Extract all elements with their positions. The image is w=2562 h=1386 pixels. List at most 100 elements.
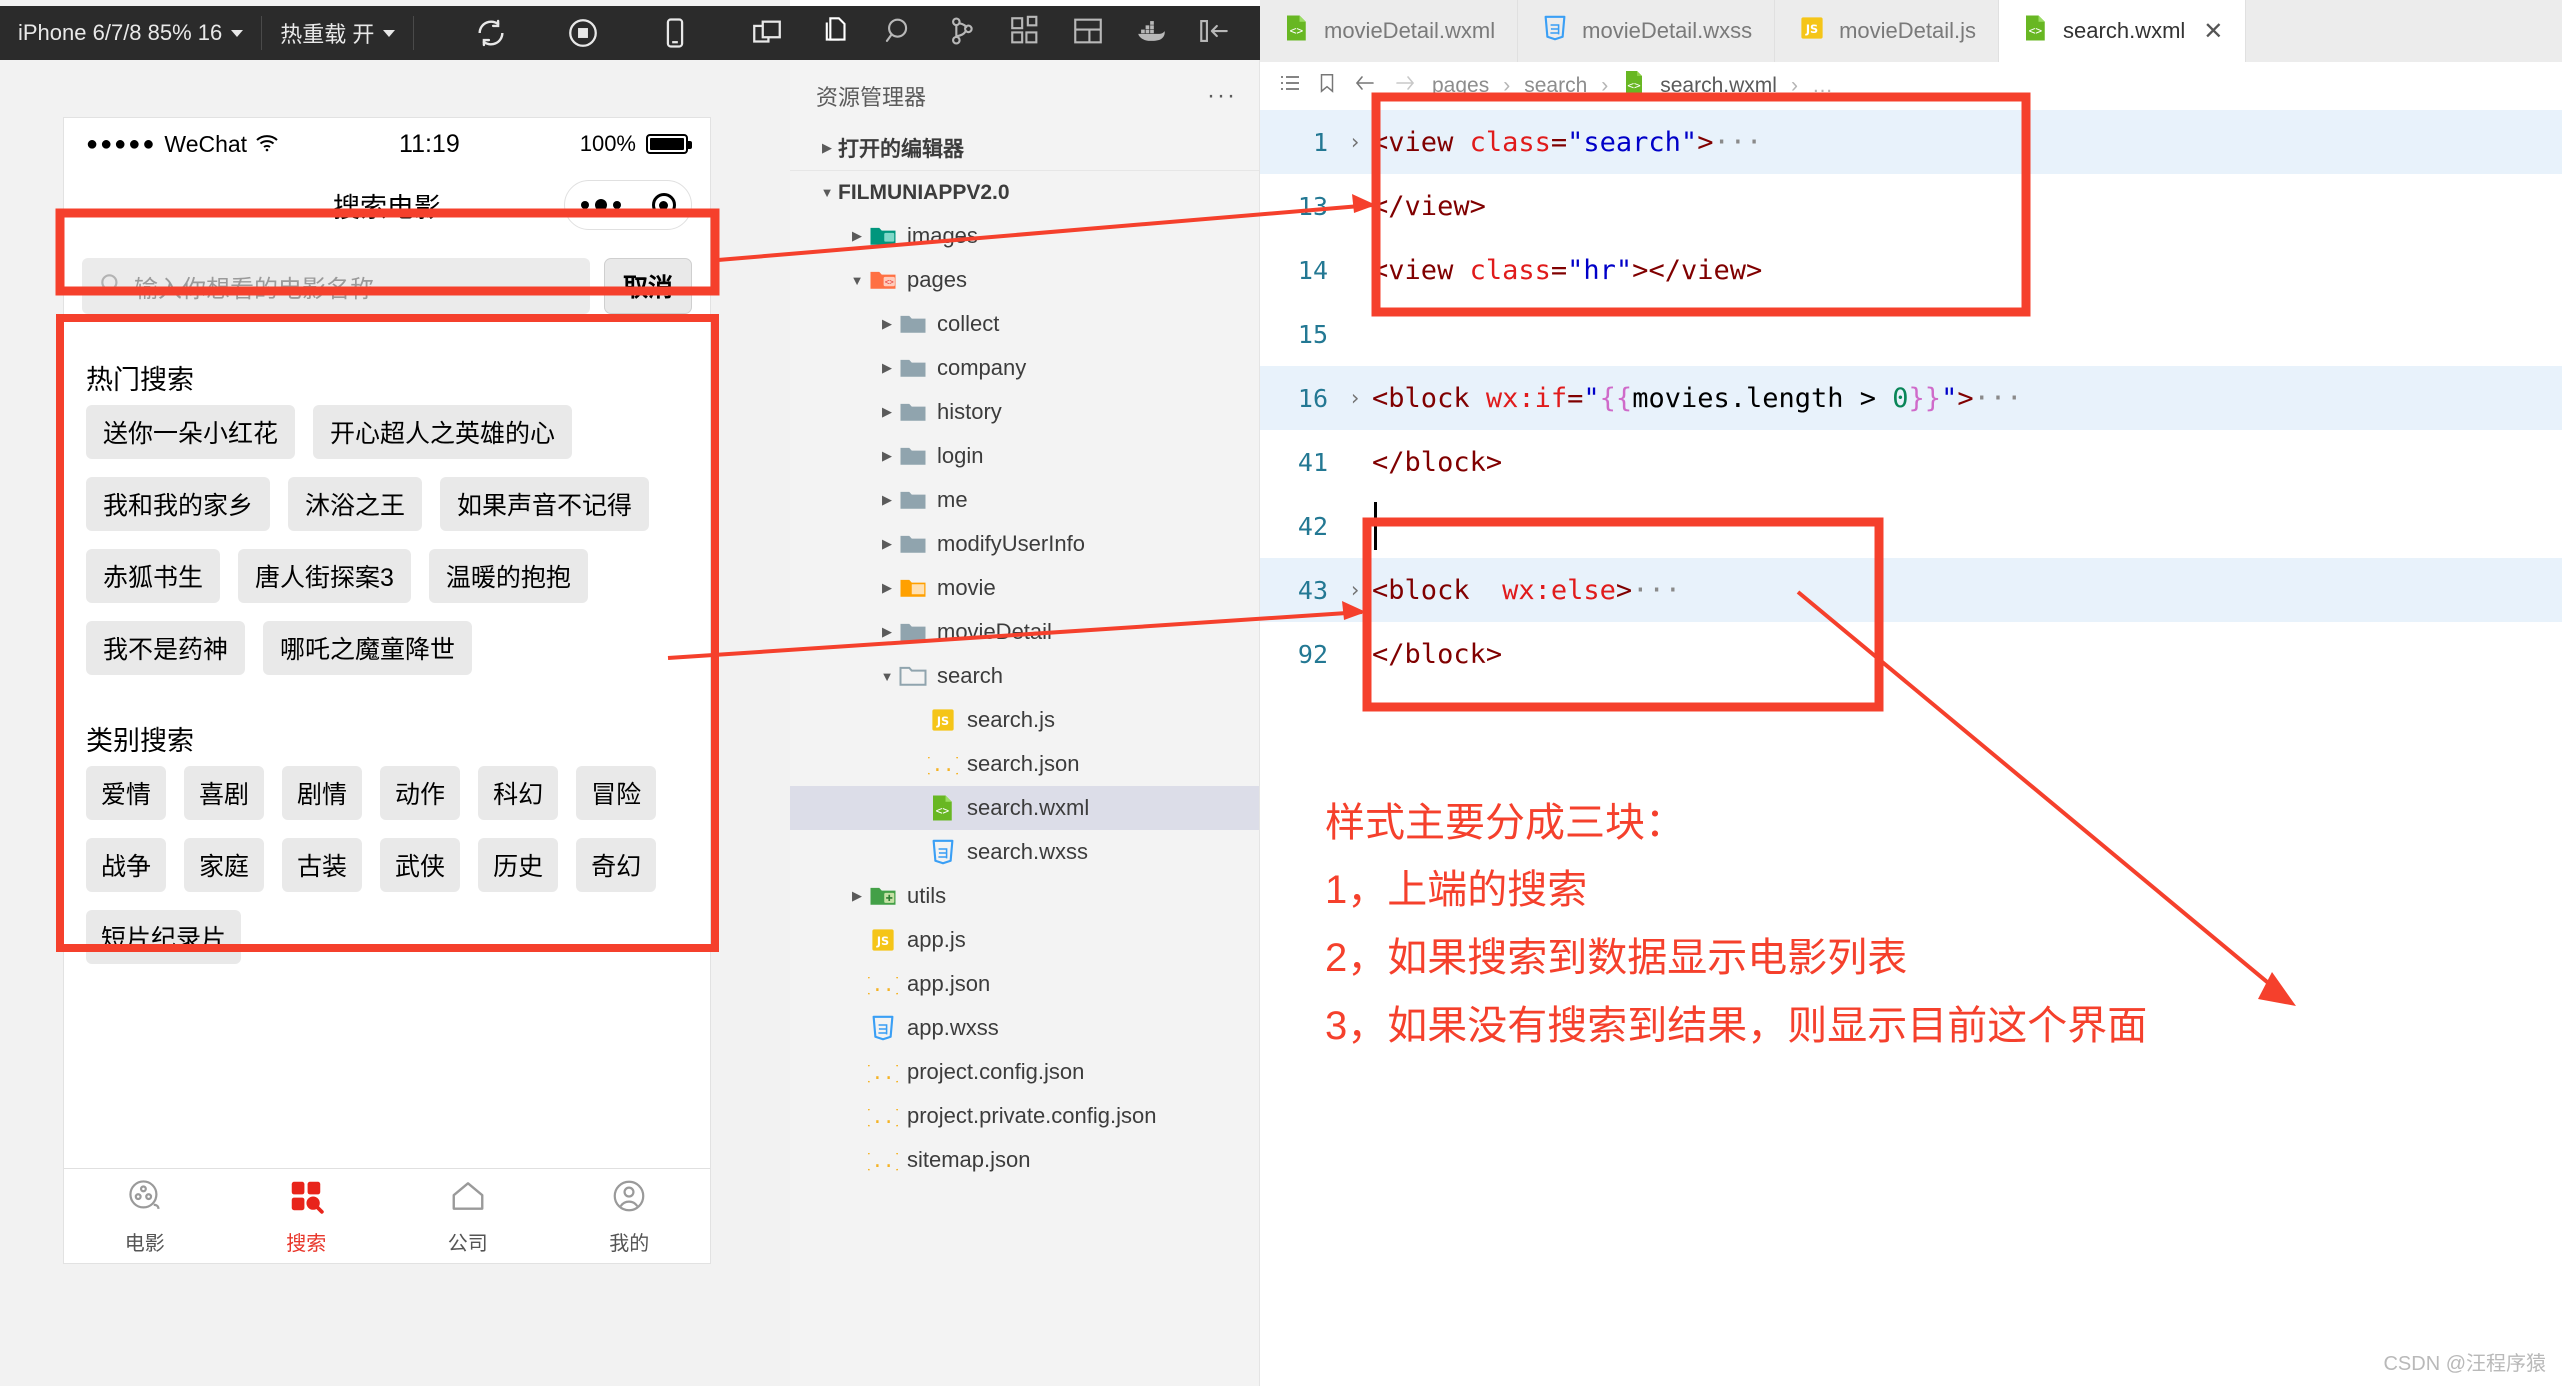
tag-item[interactable]: 冒险 (576, 766, 657, 820)
code-line[interactable]: 43 › <block wx:else>··· (1260, 558, 2562, 622)
breadcrumb-item-0[interactable]: pages (1432, 74, 1489, 98)
tag-item[interactable]: 科幻 (478, 766, 559, 820)
tree-folder-row[interactable]: ▶ utils (790, 874, 1259, 918)
files-icon[interactable] (819, 14, 853, 53)
phone-icon[interactable] (658, 16, 692, 50)
search-input[interactable]: 输入你想看的电影名称 (82, 258, 590, 314)
tabbar-item-company[interactable]: 公司 (387, 1169, 549, 1263)
stop-record-icon[interactable] (566, 16, 600, 50)
multi-window-icon[interactable] (750, 16, 784, 50)
cancel-button[interactable]: 取消 (604, 258, 692, 314)
editor-tab[interactable]: JS movieDetail.js (1775, 0, 2000, 62)
chevron-right-icon: ▶ (852, 888, 862, 903)
arrow-right-icon[interactable] (1392, 71, 1418, 101)
tree-file-row[interactable]: ヨ search.wxss (790, 830, 1259, 874)
tree-file-row[interactable]: {..} search.json (790, 742, 1259, 786)
tag-item[interactable]: 唐人街探案3 (238, 549, 411, 603)
tree-folder-row[interactable]: ▶ login (790, 434, 1259, 478)
outline-icon[interactable] (1278, 71, 1302, 101)
device-select-label: iPhone 6/7/8 85% 16 (18, 20, 223, 45)
tag-item[interactable]: 哪吒之魔童降世 (263, 621, 473, 675)
open-editors-label: 打开的编辑器 (838, 138, 964, 161)
fold-chevron-icon[interactable]: › (1338, 386, 1372, 410)
category-tag-list: 爱情 喜剧 剧情 动作 科幻 冒险战争 家庭 古装 武侠 历史 奇幻短片纪录片 (64, 766, 710, 964)
tag-item[interactable]: 赤狐书生 (86, 549, 221, 603)
tag-item[interactable]: 爱情 (86, 766, 167, 820)
tag-item[interactable]: 我和我的家乡 (86, 477, 271, 531)
tag-item[interactable]: 家庭 (184, 838, 265, 892)
tag-item[interactable]: 武侠 (380, 838, 461, 892)
project-root[interactable]: ▼ FILMUNIAPPV2.0 (790, 170, 1259, 214)
code-line[interactable]: 1 › <view class="search">··· (1260, 110, 2562, 174)
wxml-file-icon: <> (1622, 70, 1646, 102)
tag-item[interactable]: 动作 (380, 766, 461, 820)
tag-item[interactable]: 战争 (86, 838, 167, 892)
tree-folder-row[interactable]: ▶ modifyUserInfo (790, 522, 1259, 566)
tree-folder-row[interactable]: ▶ movie (790, 566, 1259, 610)
more-dots-icon[interactable] (580, 199, 621, 211)
more-actions-icon[interactable]: ··· (1207, 82, 1237, 110)
code-line[interactable]: 14 <view class="hr"></view> (1260, 238, 2562, 302)
tag-item[interactable]: 历史 (478, 838, 559, 892)
editor-tab[interactable]: <> search.wxml ✕ (1999, 0, 2247, 62)
bookmark-icon[interactable] (1316, 71, 1338, 101)
close-target-icon[interactable] (651, 193, 676, 217)
tree-folder-row[interactable]: ▶ movieDetail (790, 610, 1259, 654)
tag-item[interactable]: 喜剧 (184, 766, 265, 820)
tag-item[interactable]: 如果声音不记得 (440, 477, 650, 531)
fold-chevron-icon[interactable]: › (1338, 130, 1372, 154)
tree-folder-row[interactable]: ▶ me (790, 478, 1259, 522)
close-icon[interactable]: ✕ (2203, 17, 2223, 46)
tree-file-row[interactable]: <> search.wxml (790, 786, 1259, 830)
tag-item[interactable]: 剧情 (282, 766, 363, 820)
hotreload-select[interactable]: 热重载 开 (262, 6, 413, 60)
search-icon[interactable] (882, 14, 916, 53)
tag-item[interactable]: 古装 (282, 838, 363, 892)
tree-folder-row[interactable]: ▶ company (790, 346, 1259, 390)
tree-folder-row[interactable]: ▶ images (790, 214, 1259, 258)
fold-chevron-icon[interactable]: › (1338, 578, 1372, 602)
editor-tab[interactable]: <> movieDetail.wxml (1260, 0, 1519, 62)
tree-file-row[interactable]: JS search.js (790, 698, 1259, 742)
tabbar-item-search[interactable]: 搜索 (226, 1169, 388, 1263)
tree-folder-row[interactable]: ▼ <> pages (790, 258, 1259, 302)
tree-folder-row[interactable]: ▶ history (790, 390, 1259, 434)
open-editors-section[interactable]: ▶ 打开的编辑器 (790, 126, 1259, 170)
code-line[interactable]: 41 </block> (1260, 430, 2562, 494)
arrow-left-icon[interactable] (1352, 71, 1378, 101)
code-line[interactable]: 13 </view> (1260, 174, 2562, 238)
tree-folder-row[interactable]: ▼ search (790, 654, 1259, 698)
tag-item[interactable]: 开心超人之英雄的心 (313, 405, 573, 459)
breadcrumb-item-1[interactable]: search (1524, 74, 1587, 98)
tree-folder-row[interactable]: ▶ collect (790, 302, 1259, 346)
tag-item[interactable]: 我不是药神 (86, 621, 246, 675)
tree-file-row[interactable]: {..} project.config.json (790, 1050, 1259, 1094)
code-viewport[interactable]: 1 › <view class="search">··· 13 </view> 14 <vi… (1260, 110, 2562, 686)
tag-item[interactable]: 奇幻 (576, 838, 657, 892)
tag-item[interactable]: 送你一朵小红花 (86, 405, 296, 459)
source-control-icon[interactable] (945, 14, 979, 53)
tabbar-item-movie[interactable]: 电影 (64, 1169, 226, 1263)
docker-icon[interactable] (1134, 14, 1168, 53)
tabbar-item-mine[interactable]: 我的 (549, 1169, 711, 1263)
tag-item[interactable]: 温暖的抱抱 (428, 549, 588, 603)
refresh-icon[interactable] (474, 16, 508, 50)
tree-file-row[interactable]: {..} sitemap.json (790, 1138, 1259, 1182)
code-line[interactable]: 15 (1260, 302, 2562, 366)
code-line[interactable]: 42 (1260, 494, 2562, 558)
code-line[interactable]: 92 </block> (1260, 622, 2562, 686)
tree-file-row[interactable]: JS app.js (790, 918, 1259, 962)
layout-icon[interactable] (1071, 14, 1105, 53)
collapse-panel-icon[interactable] (1197, 14, 1231, 53)
code-line[interactable]: 16 › <block wx:if="{{movies.length > 0}}">… (1260, 366, 2562, 430)
tree-file-row[interactable]: {..} app.json (790, 962, 1259, 1006)
wechat-capsule-button[interactable] (564, 180, 692, 230)
extensions-icon[interactable] (1008, 14, 1042, 53)
tree-file-row[interactable]: {..} project.private.config.json (790, 1094, 1259, 1138)
device-select[interactable]: iPhone 6/7/8 85% 16 (0, 6, 261, 60)
tag-item[interactable]: 沐浴之王 (288, 477, 423, 531)
tag-item[interactable]: 短片纪录片 (86, 910, 242, 964)
breadcrumb-item-2[interactable]: search.wxml (1660, 74, 1777, 98)
tree-file-row[interactable]: ヨ app.wxss (790, 1006, 1259, 1050)
editor-tab[interactable]: ヨ movieDetail.wxss (1518, 0, 1776, 62)
